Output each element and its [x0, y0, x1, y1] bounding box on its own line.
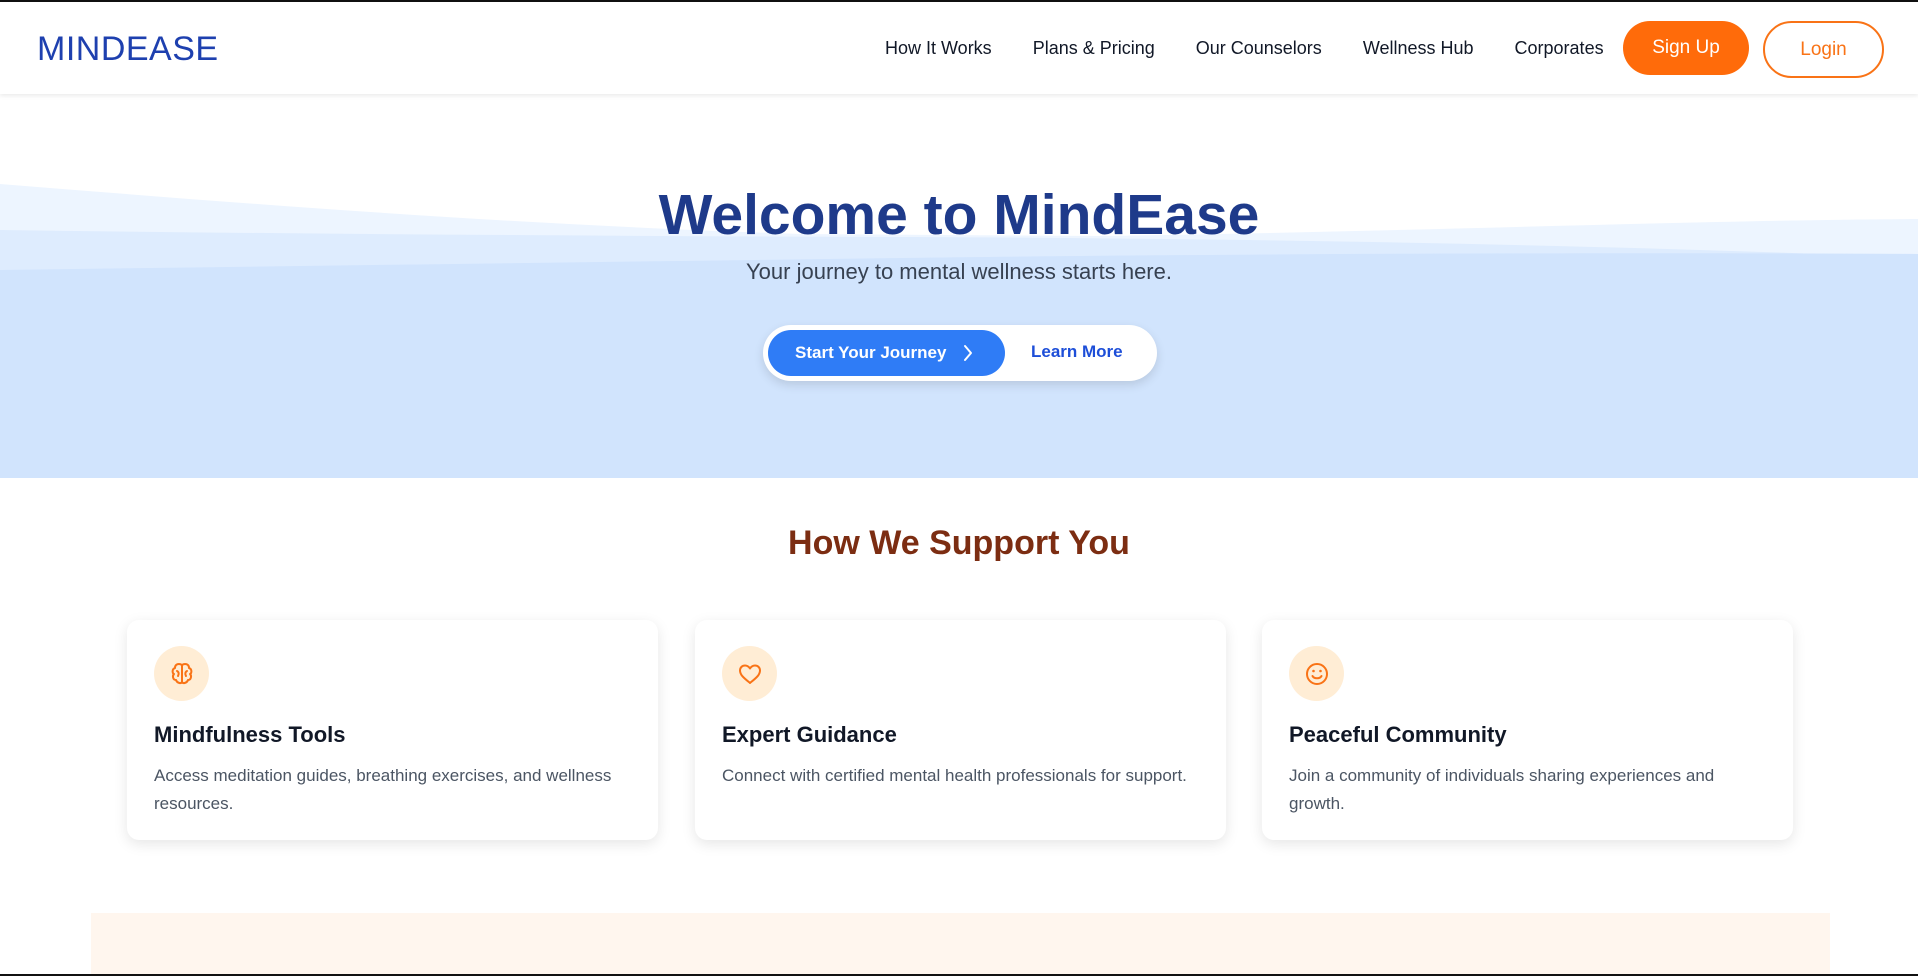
support-section-title: How We Support You — [788, 524, 1130, 562]
nav-link-our-counselors[interactable]: Our Counselors — [1196, 38, 1322, 59]
chevron-right-icon — [964, 345, 972, 361]
heart-icon — [738, 664, 761, 684]
feature-icon-badge — [722, 646, 777, 701]
hero-subtitle: Your journey to mental wellness starts h… — [746, 259, 1172, 284]
start-journey-label: Start Your Journey — [795, 343, 947, 362]
feature-icon-badge — [1289, 646, 1344, 701]
cta-group: Start Your Journey Learn More — [763, 325, 1157, 381]
nav-links: How It Works Plans & Pricing Our Counsel… — [885, 38, 1645, 59]
login-button[interactable]: Login — [1763, 21, 1884, 78]
feature-card-description: Join a community of individuals sharing … — [1289, 766, 1715, 813]
feature-card-title: Mindfulness Tools — [154, 722, 346, 747]
feature-card-description: Access meditation guides, breathing exer… — [154, 766, 612, 813]
start-journey-button[interactable]: Start Your Journey — [768, 330, 1005, 376]
nav-link-wellness-hub[interactable]: Wellness Hub — [1363, 38, 1474, 59]
feature-card-peaceful-community: Peaceful Community Join a community of i… — [1262, 620, 1793, 840]
hero-section: Welcome to MindEase Your journey to ment… — [0, 94, 1918, 478]
nav-link-corporates[interactable]: Corporates — [1515, 38, 1604, 59]
feature-card-description: Connect with certified mental health pro… — [722, 766, 1187, 785]
navbar: MINDEASE How It Works Plans & Pricing Ou… — [0, 2, 1918, 94]
brain-icon — [171, 662, 192, 684]
next-section-band — [91, 913, 1830, 976]
nav-link-plans-pricing[interactable]: Plans & Pricing — [1033, 38, 1155, 59]
feature-card-title: Peaceful Community — [1289, 722, 1507, 747]
brand-logo[interactable]: MINDEASE — [37, 30, 219, 69]
feature-card-mindfulness: Mindfulness Tools Access meditation guid… — [127, 620, 658, 840]
smile-icon — [1305, 662, 1328, 685]
feature-card-title: Expert Guidance — [722, 722, 897, 747]
hero-title: Welcome to MindEase — [658, 183, 1260, 247]
hero-wave-background — [0, 184, 1918, 478]
feature-card-expert-guidance: Expert Guidance Connect with certified m… — [695, 620, 1226, 840]
feature-icon-badge — [154, 646, 209, 701]
learn-more-button[interactable]: Learn More — [1031, 342, 1123, 362]
nav-link-how-it-works[interactable]: How It Works — [885, 38, 992, 59]
signup-button[interactable]: Sign Up — [1623, 21, 1749, 75]
